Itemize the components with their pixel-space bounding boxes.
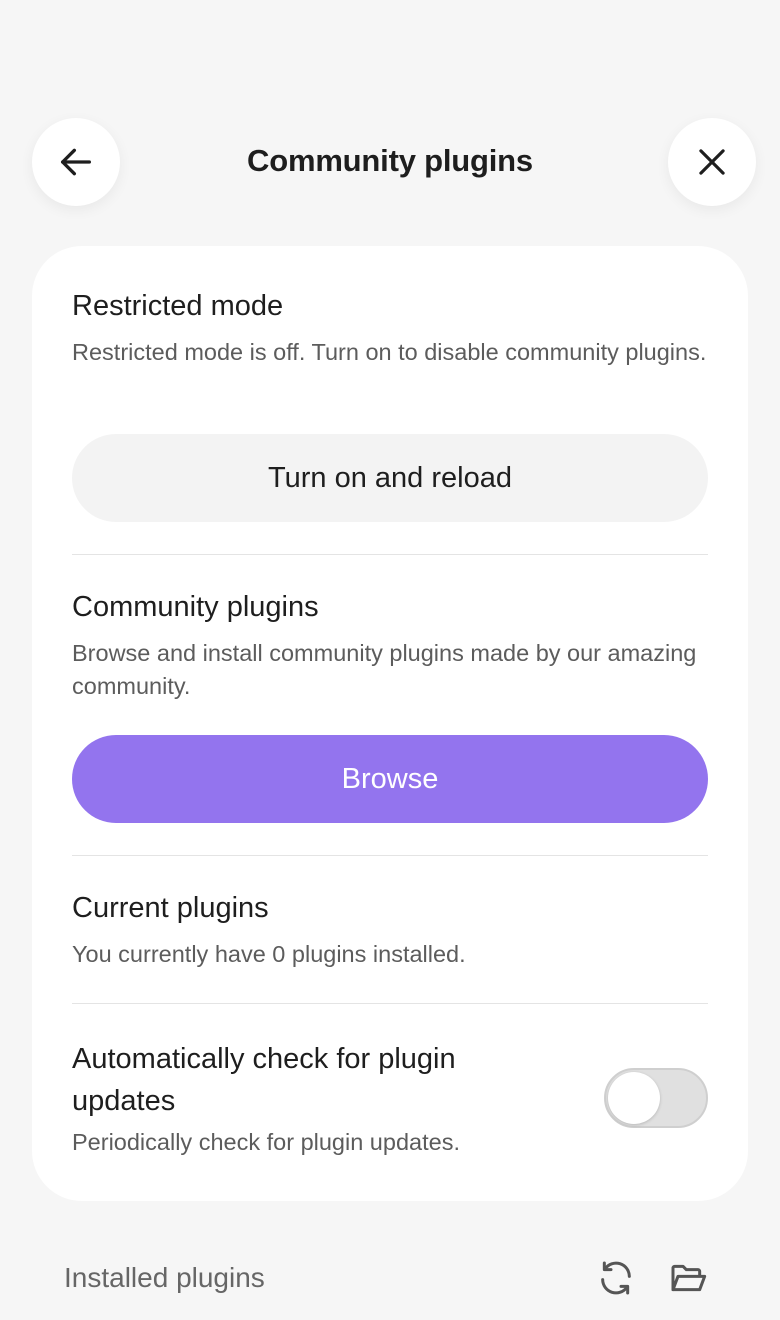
open-plugins-folder-button[interactable] bbox=[666, 1256, 710, 1300]
installed-plugins-label: Installed plugins bbox=[64, 1262, 265, 1293]
divider bbox=[72, 554, 708, 555]
installed-plugins-footer: Installed plugins bbox=[64, 1250, 714, 1306]
turn-on-and-reload-button[interactable]: Turn on and reload bbox=[72, 434, 708, 522]
folder-icon bbox=[671, 1264, 707, 1292]
community-plugins-description: Browse and install community plugins mad… bbox=[72, 640, 697, 699]
settings-card: Restricted mode Restricted mode is off. … bbox=[32, 246, 748, 1201]
auto-update-section: Automatically check for plugin updates P… bbox=[72, 1038, 562, 1159]
close-button[interactable] bbox=[668, 118, 756, 206]
auto-update-toggle[interactable] bbox=[604, 1068, 708, 1128]
divider bbox=[72, 1003, 708, 1004]
arrow-left-icon bbox=[61, 148, 92, 176]
current-plugins-section: Current plugins You currently have 0 plu… bbox=[72, 890, 708, 971]
reload-plugins-button[interactable] bbox=[594, 1256, 638, 1300]
current-plugins-description: You currently have 0 plugins installed. bbox=[72, 941, 466, 967]
community-plugins-title: Community plugins bbox=[72, 591, 319, 623]
auto-update-title: Automatically check for plugin updates bbox=[72, 1043, 456, 1117]
community-plugins-section: Community plugins Browse and install com… bbox=[72, 589, 708, 703]
browse-button[interactable]: Browse bbox=[72, 735, 708, 823]
restricted-mode-section: Restricted mode Restricted mode is off. … bbox=[72, 288, 708, 369]
back-button[interactable] bbox=[32, 118, 120, 206]
divider bbox=[72, 855, 708, 856]
auto-update-description: Periodically check for plugin updates. bbox=[72, 1129, 460, 1155]
page-title: Community plugins bbox=[247, 143, 533, 178]
close-icon bbox=[699, 149, 725, 175]
header: Community plugins bbox=[0, 118, 780, 206]
restricted-mode-title: Restricted mode bbox=[72, 290, 284, 322]
current-plugins-title: Current plugins bbox=[72, 892, 269, 924]
toggle-knob bbox=[608, 1072, 660, 1124]
restricted-mode-description: Restricted mode is off. Turn on to disab… bbox=[72, 339, 707, 365]
reload-icon bbox=[601, 1261, 631, 1295]
